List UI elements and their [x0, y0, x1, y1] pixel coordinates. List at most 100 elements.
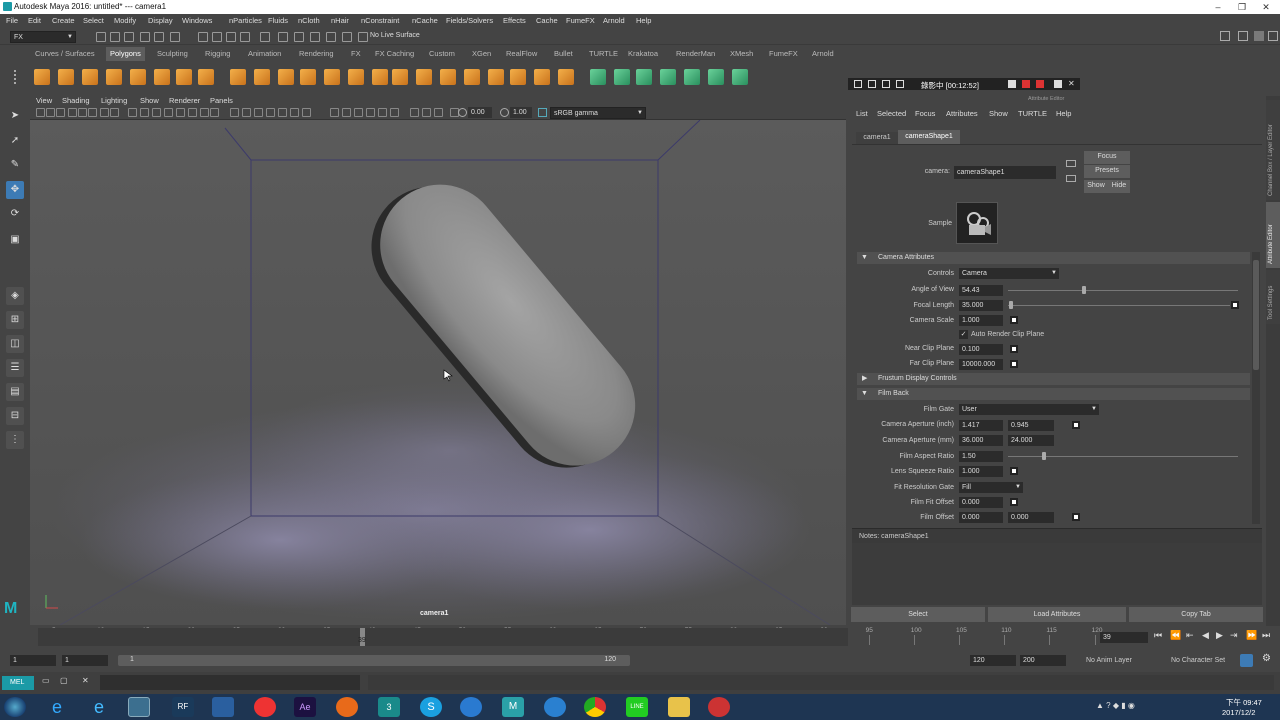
- uv-shelf-icon[interactable]: [660, 69, 676, 85]
- select-button[interactable]: Select: [851, 607, 985, 622]
- polygon-shelf-icon[interactable]: [488, 69, 504, 85]
- polygon-shelf-icon[interactable]: [154, 69, 170, 85]
- side-tab-channel-box[interactable]: Channel Box / Layer Editor: [1266, 100, 1280, 200]
- network-app-icon[interactable]: [212, 697, 234, 717]
- playback-end-field[interactable]: 120: [970, 655, 1016, 666]
- menu-nparticles[interactable]: nParticles: [229, 16, 262, 25]
- ae-menu-attributes[interactable]: Attributes: [946, 109, 978, 118]
- uv-shelf-icon[interactable]: [684, 69, 700, 85]
- viewport-tool-icon[interactable]: [422, 108, 431, 117]
- far-clip-field[interactable]: 10000.000: [959, 359, 1003, 370]
- anim-layer-label[interactable]: No Anim Layer: [1086, 657, 1132, 664]
- viewport-tool-icon[interactable]: [176, 108, 185, 117]
- go-to-end-icon[interactable]: ⏭: [1262, 630, 1270, 641]
- polygon-shelf-icon[interactable]: [230, 69, 246, 85]
- lasso-tool-icon[interactable]: ➚: [6, 132, 24, 150]
- viewport-tool-icon[interactable]: [278, 108, 287, 117]
- file-explorer-icon[interactable]: [668, 697, 690, 717]
- aperture-inch-y-field[interactable]: 0.945: [1008, 420, 1054, 431]
- notes-text-field[interactable]: [852, 543, 1262, 605]
- film-fit-offset-field[interactable]: 0.000: [959, 497, 1003, 508]
- viewport-tool-icon[interactable]: [56, 108, 65, 117]
- character-set-label[interactable]: No Character Set: [1171, 657, 1225, 664]
- viewport-menu-view[interactable]: View: [36, 96, 52, 105]
- copy-tab-button[interactable]: Copy Tab: [1129, 607, 1263, 622]
- menu-windows[interactable]: Windows: [182, 16, 212, 25]
- status-tool-icon[interactable]: [198, 32, 208, 42]
- polygon-shelf-icon[interactable]: [300, 69, 316, 85]
- viewport-tool-icon[interactable]: [200, 108, 209, 117]
- viewport-menu-renderer[interactable]: Renderer: [169, 96, 200, 105]
- status-tool-icon[interactable]: [154, 32, 164, 42]
- viewport-menu-shading[interactable]: Shading: [62, 96, 90, 105]
- line-icon[interactable]: LINE: [626, 697, 648, 717]
- ae-menu-turtle[interactable]: TURTLE: [1018, 109, 1047, 118]
- float-icon[interactable]: ▢: [60, 676, 68, 685]
- load-attributes-button[interactable]: Load Attributes: [988, 607, 1126, 622]
- scale-tool-icon[interactable]: ▣: [6, 231, 24, 249]
- shelf-tab-custom[interactable]: Custom: [429, 49, 455, 58]
- viewport-tool-icon[interactable]: [46, 108, 55, 117]
- presets-button[interactable]: Presets: [1084, 165, 1130, 178]
- attribute-editor-toggle-icon[interactable]: [1254, 31, 1264, 41]
- workspace-icon[interactable]: [1220, 31, 1230, 41]
- focal-length-slider[interactable]: [1008, 305, 1230, 306]
- ae-window-icon[interactable]: [882, 80, 890, 88]
- menu-arnold[interactable]: Arnold: [603, 16, 625, 25]
- film-back-header[interactable]: ▼ Film Back: [857, 388, 1250, 400]
- polygon-shelf-icon[interactable]: [254, 69, 270, 85]
- step-forward-frame-icon[interactable]: ⇥: [1230, 630, 1238, 641]
- go-to-start-icon[interactable]: ⏮: [1154, 630, 1162, 641]
- polygon-shelf-icon[interactable]: [534, 69, 550, 85]
- aperture-mm-x-field[interactable]: 36.000: [959, 435, 1003, 446]
- graph-view-icon[interactable]: ▤: [6, 383, 24, 401]
- polygon-shelf-icon[interactable]: [278, 69, 294, 85]
- viewport-tool-icon[interactable]: [266, 108, 275, 117]
- viewport-tool-icon[interactable]: [378, 108, 387, 117]
- viewport-menu-show[interactable]: Show: [140, 96, 159, 105]
- film-gate-dropdown[interactable]: User ▼: [959, 404, 1099, 415]
- tray-icons[interactable]: ▲ ? ◆ ▮ ◉: [1096, 701, 1135, 710]
- maya-taskbar-icon[interactable]: [128, 697, 150, 717]
- status-tool-icon[interactable]: [96, 32, 106, 42]
- polygon-shelf-icon[interactable]: [558, 69, 574, 85]
- menu-effects[interactable]: Effects: [503, 16, 526, 25]
- uv-shelf-icon[interactable]: [708, 69, 724, 85]
- record-app-icon[interactable]: [708, 697, 730, 717]
- move-tool-icon[interactable]: ✥: [6, 181, 24, 199]
- maximize-button[interactable]: ❐: [1230, 0, 1254, 14]
- outliner-view-icon[interactable]: ☰: [6, 359, 24, 377]
- animation-end-field[interactable]: 200: [1020, 655, 1066, 666]
- polygon-shelf-icon[interactable]: [348, 69, 364, 85]
- anim-prefs-icon[interactable]: [1240, 654, 1253, 667]
- far-clip-map-button[interactable]: [1010, 360, 1018, 368]
- status-tool-icon[interactable]: [294, 32, 304, 42]
- polygon-shelf-icon[interactable]: [198, 69, 214, 85]
- camera-scale-field[interactable]: 1.000: [959, 315, 1003, 326]
- show-button[interactable]: Show: [1084, 180, 1108, 193]
- viewport-tool-icon[interactable]: [78, 108, 87, 117]
- notes-area[interactable]: Notes: cameraShape1: [852, 528, 1262, 605]
- lens-squeeze-map-button[interactable]: [1010, 467, 1018, 475]
- shelf-tab-animation[interactable]: Animation: [248, 49, 281, 58]
- tab-camera1[interactable]: camera1: [856, 132, 898, 144]
- two-view-icon[interactable]: ◫: [6, 335, 24, 353]
- menuset-dropdown[interactable]: FX ▼: [10, 31, 76, 43]
- close-ae-icon[interactable]: ✕: [1068, 79, 1075, 88]
- output-connection-icon[interactable]: [1066, 175, 1076, 182]
- viewport-tool-icon[interactable]: [152, 108, 161, 117]
- menu-help[interactable]: Help: [636, 16, 651, 25]
- input-connection-icon[interactable]: [1066, 160, 1076, 167]
- polygon-shelf-icon[interactable]: [510, 69, 526, 85]
- viewport-tool-icon[interactable]: [410, 108, 419, 117]
- fit-gate-dropdown[interactable]: Fill ▼: [959, 482, 1023, 493]
- film-offset-map-button[interactable]: [1072, 513, 1080, 521]
- shelf-tab-polygons[interactable]: Polygons: [106, 47, 145, 61]
- shelf-tab-fumefx[interactable]: FumeFX: [769, 49, 798, 58]
- viewport-tool-icon[interactable]: [354, 108, 363, 117]
- mel-button[interactable]: MEL: [2, 676, 34, 690]
- menu-display[interactable]: Display: [148, 16, 173, 25]
- auto-clip-checkbox[interactable]: ✓: [959, 330, 968, 339]
- node-name-field[interactable]: cameraShape1: [954, 166, 1056, 179]
- shelf-tab-bullet[interactable]: Bullet: [554, 49, 573, 58]
